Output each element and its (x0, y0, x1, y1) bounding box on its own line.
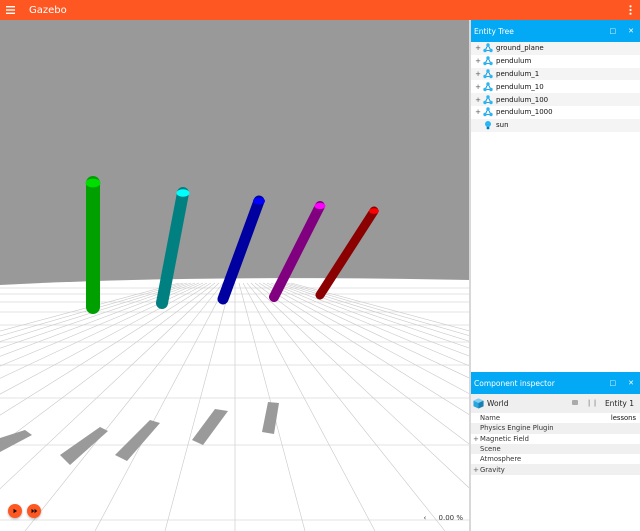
inspector-entity-name: World (487, 399, 509, 408)
model-icon (483, 43, 493, 53)
entity-tree-item-pendulum[interactable]: + pendulum (471, 55, 640, 68)
entity-tree-item-sun[interactable]: sun (471, 118, 640, 132)
entity-tree-item-pendulum-1[interactable]: + pendulum_1 (471, 67, 640, 81)
hamburger-menu-icon[interactable] (0, 0, 20, 20)
step-button[interactable] (27, 504, 41, 518)
entity-tree-item-label: pendulum (496, 57, 532, 66)
lock-icon[interactable] (572, 400, 578, 405)
component-inspector-panel: Component inspector □ ✕ World ❙❙ Entity … (471, 372, 640, 531)
model-icon (483, 94, 493, 104)
inspector-row-gravity[interactable]: + Gravity (471, 464, 640, 475)
inspector-row-label: Gravity (480, 465, 505, 474)
play-button[interactable] (8, 504, 22, 518)
maximize-icon[interactable]: □ (610, 27, 617, 35)
component-inspector-header: Component inspector □ ✕ (471, 372, 640, 394)
expand-toggle-icon[interactable]: + (474, 96, 482, 104)
inspector-row-label: Atmosphere (480, 455, 522, 464)
expand-toggle-icon[interactable]: + (474, 108, 482, 116)
entity-tree-item-label: pendulum_100 (496, 95, 549, 104)
model-icon (483, 107, 493, 117)
inspector-row-scene[interactable]: Scene (471, 443, 640, 455)
entity-tree-title: Entity Tree (474, 26, 514, 36)
inspector-row-physics-engine-plugin[interactable]: Physics Engine Plugin (471, 423, 640, 434)
inspector-row-label: Physics Engine Plugin (480, 424, 554, 433)
inspector-row-label: Scene (480, 445, 501, 454)
entity-tree-item-label: pendulum_1000 (496, 108, 553, 117)
inspector-row-magnetic-field[interactable]: + Magnetic Field (471, 434, 640, 444)
entity-tree-item-label: pendulum_10 (496, 82, 544, 91)
expand-toggle-icon[interactable]: + (473, 435, 479, 443)
entity-tree-item-pendulum-10[interactable]: + pendulum_10 (471, 80, 640, 93)
inspector-row-label: Name (480, 414, 501, 423)
model-icon (483, 56, 493, 66)
model-icon (483, 82, 493, 91)
app-title: Gazebo (29, 4, 67, 16)
entity-tree-header: Entity Tree □ ✕ (471, 20, 640, 42)
entity-tree-item-label: pendulum_1 (496, 69, 540, 78)
expand-toggle-icon[interactable]: + (474, 70, 482, 78)
more-options-icon[interactable] (624, 0, 636, 20)
expand-toggle-icon[interactable]: + (473, 466, 479, 474)
entity-tree-item-ground-plane[interactable]: + ground_plane (471, 42, 640, 55)
expand-toggle-icon[interactable]: + (474, 44, 482, 52)
light-icon (485, 121, 491, 130)
maximize-icon[interactable]: □ (610, 379, 617, 387)
pendulum-rod-0 (85, 176, 101, 314)
close-icon[interactable]: ✕ (628, 379, 634, 387)
world-cube-icon (473, 398, 484, 409)
inspector-row-atmosphere[interactable]: Atmosphere (471, 454, 640, 464)
inspector-component-list: Name lessons Physics Engine Plugin + Magneti… (471, 413, 640, 475)
inspector-row-name[interactable]: Name lessons (471, 413, 640, 423)
expand-toggle-icon[interactable]: + (474, 83, 482, 91)
inspector-row-value: lessons (610, 414, 636, 423)
scene-render[interactable] (0, 20, 469, 531)
entity-tree-item-pendulum-100[interactable]: + pendulum_100 (471, 93, 640, 106)
inspector-entity-header: World ❙❙ Entity 1 (471, 394, 640, 413)
sky (0, 20, 469, 285)
entity-tree-panel: Entity Tree □ ✕ + ground_plane + pendulum + p… (471, 20, 640, 370)
entity-tree-item-label: ground_plane (496, 44, 544, 53)
pause-updates-icon[interactable]: ❙❙ (586, 399, 598, 407)
model-icon (483, 69, 493, 79)
inspector-row-label: Magnetic Field (480, 434, 529, 443)
real-time-factor: ‹ 0.00 % (423, 514, 463, 522)
title-bar: Gazebo (0, 0, 640, 20)
scene-3d-viewport[interactable]: ‹ 0.00 % (0, 20, 469, 531)
entity-tree-list: + ground_plane + pendulum + pendulum_1 + pendul… (471, 42, 640, 132)
gazebo-window: Gazebo ‹ 0.00 % Entity Tree □ ✕ + ground… (0, 0, 640, 531)
entity-id: Entity 1 (604, 399, 634, 408)
component-inspector-title: Component inspector (474, 378, 555, 388)
rtf-expand-icon[interactable]: ‹ (423, 514, 426, 522)
close-icon[interactable]: ✕ (628, 27, 634, 35)
expand-toggle-icon[interactable]: + (474, 57, 482, 65)
ground-plane (0, 278, 469, 531)
rtf-value: 0.00 % (438, 514, 463, 522)
entity-tree-item-label: sun (496, 121, 509, 130)
entity-tree-item-pendulum-1000[interactable]: + pendulum_1000 (471, 106, 640, 119)
